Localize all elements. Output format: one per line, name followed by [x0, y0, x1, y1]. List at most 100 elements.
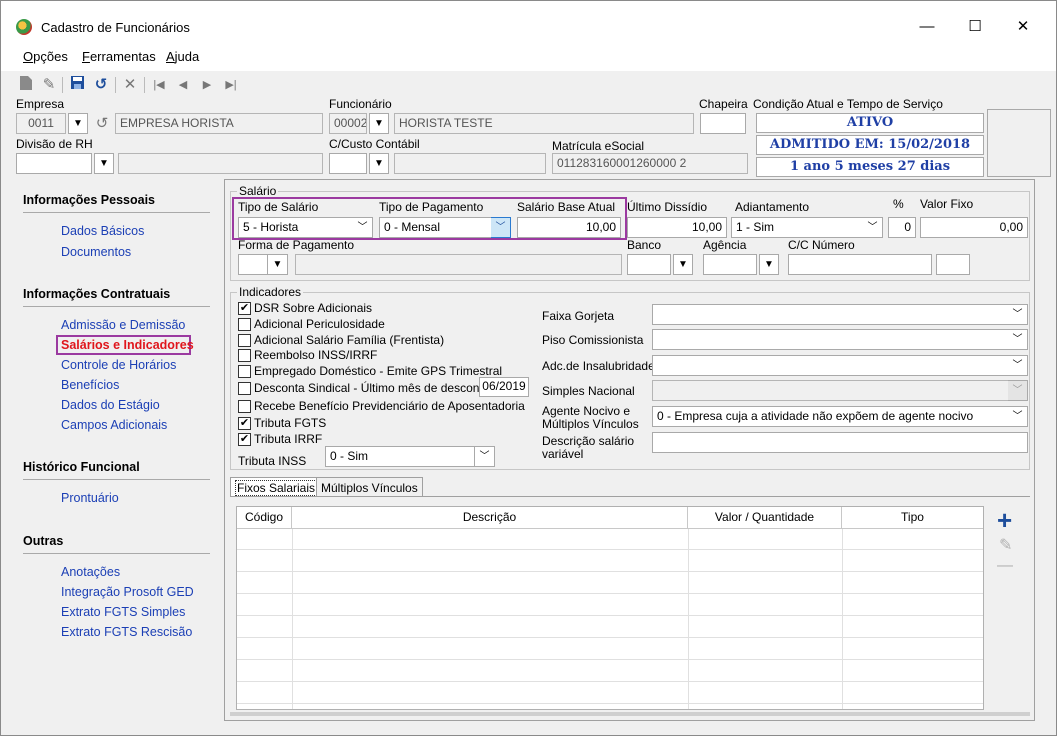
prev-record-icon[interactable]: ◀ [173, 75, 193, 95]
link-documentos[interactable]: Documentos [61, 245, 131, 259]
divisao-label: Divisão de RH [16, 137, 93, 151]
table-row[interactable] [237, 617, 983, 638]
column-header-valor-quantidade[interactable]: Valor / Quantidade [688, 507, 842, 529]
link-prontuario[interactable]: Prontuário [61, 491, 119, 505]
table-row[interactable] [237, 639, 983, 660]
edit-row-button[interactable]: ✎ [999, 535, 1012, 555]
maximize-button[interactable]: ☐ [955, 13, 995, 41]
toolbar-separator [115, 77, 116, 93]
link-extrato-fgts-rescisao[interactable]: Extrato FGTS Rescisão [61, 625, 192, 639]
link-anotacoes[interactable]: Anotações [61, 565, 120, 579]
remove-row-button[interactable]: — [997, 557, 1013, 575]
desconta-sindical-mes-field[interactable]: 06/2019 [479, 377, 529, 397]
empresa-dropdown-button[interactable]: ▼ [68, 113, 88, 134]
floppy-icon[interactable] [67, 75, 87, 95]
close-button[interactable]: ✕ [1003, 13, 1043, 41]
empresa-label: Empresa [16, 97, 65, 111]
table-row[interactable] [237, 661, 983, 682]
link-dados-basicos[interactable]: Dados Básicos [61, 224, 144, 238]
percent-field[interactable]: 0 [888, 217, 916, 238]
condicao-label: Condição Atual e Tempo de Serviço [753, 97, 943, 111]
faixa-gorjeta-select[interactable] [652, 304, 1009, 325]
table-row[interactable] [237, 551, 983, 572]
forma-pagamento-field[interactable] [238, 254, 268, 275]
column-header-tipo[interactable]: Tipo [842, 507, 983, 529]
banco-dropdown-button[interactable]: ▼ [673, 254, 693, 275]
ccusto-dropdown-button[interactable]: ▼ [369, 153, 389, 174]
piso-comissionista-dropdown-button[interactable]: ﹀ [1008, 329, 1028, 350]
table-row[interactable] [237, 683, 983, 704]
link-beneficios[interactable]: Benefícios [61, 378, 119, 392]
adc-insalubridade-label: Adc.de Insalubridade [542, 359, 655, 373]
divisao-field[interactable] [16, 153, 92, 174]
link-salarios-indicadores[interactable]: Salários e Indicadores [61, 338, 194, 352]
table-row[interactable] [237, 573, 983, 594]
menu-ajuda[interactable]: Ajuda [166, 49, 199, 64]
faixa-gorjeta-dropdown-button[interactable]: ﹀ [1008, 304, 1028, 325]
last-record-icon[interactable]: ▶| [221, 75, 241, 95]
valor-fixo-field[interactable]: 0,00 [920, 217, 1028, 238]
adiantamento-dropdown-button[interactable]: ﹀ [863, 217, 883, 238]
agente-nocivo-select[interactable]: 0 - Empresa cuja a atividade não expõem … [652, 406, 1009, 427]
cc-digito-field[interactable] [936, 254, 970, 275]
link-admissao-demissao[interactable]: Admissão e Demissão [61, 318, 185, 332]
link-integracao-ged[interactable]: Integração Prosoft GED [61, 585, 194, 599]
menu-opcoes[interactable]: Opções [23, 49, 68, 64]
delete-x-icon[interactable]: ✕ [120, 75, 140, 95]
funcionario-code-field[interactable]: 00002 [329, 113, 367, 134]
table-row[interactable] [237, 529, 983, 550]
pencil-icon[interactable]: ✎ [39, 75, 59, 95]
chapeira-field[interactable] [700, 113, 746, 134]
empresa-code-field[interactable]: 0011 [16, 113, 66, 134]
horizontal-scrollbar[interactable] [230, 712, 1030, 716]
adiantamento-select[interactable]: 1 - Sim [731, 217, 864, 238]
agencia-field[interactable] [703, 254, 757, 275]
tributa-inss-dropdown-button[interactable]: ﹀ [475, 446, 495, 467]
forma-pagamento-name-field [295, 254, 622, 275]
add-row-button[interactable]: + [997, 507, 1012, 533]
section-outras: Outras [23, 534, 64, 548]
ccusto-name-field [394, 153, 546, 174]
toolbar-separator [144, 77, 145, 93]
forma-pagamento-dropdown-button[interactable]: ▼ [268, 254, 288, 275]
agente-nocivo-dropdown-button[interactable]: ﹀ [1008, 406, 1028, 427]
agencia-dropdown-button[interactable]: ▼ [759, 254, 779, 275]
section-divider [23, 306, 210, 307]
link-controle-horarios[interactable]: Controle de Horários [61, 358, 176, 372]
link-extrato-fgts-simples[interactable]: Extrato FGTS Simples [61, 605, 185, 619]
divisao-dropdown-button[interactable]: ▼ [94, 153, 114, 174]
next-record-icon[interactable]: ▶ [197, 75, 217, 95]
link-dados-estagio[interactable]: Dados do Estágio [61, 398, 160, 412]
first-record-icon[interactable]: |◀ [149, 75, 169, 95]
column-header-descricao[interactable]: Descrição [292, 507, 688, 529]
adc-insalubridade-dropdown-button[interactable]: ﹀ [1008, 355, 1028, 376]
funcionario-dropdown-button[interactable]: ▼ [369, 113, 389, 134]
ccusto-field[interactable] [329, 153, 367, 174]
ccusto-label: C/Custo Contábil [329, 137, 420, 151]
menu-ferramentas[interactable]: Ferramentas [82, 49, 156, 64]
tab-multiplos-vinculos[interactable]: Múltiplos Vínculos [316, 477, 423, 497]
descricao-salario-field[interactable] [652, 432, 1028, 453]
cc-numero-field[interactable] [788, 254, 932, 275]
undo-icon[interactable]: ↺ [92, 114, 112, 134]
funcionario-label: Funcionário [329, 97, 392, 111]
banco-field[interactable] [627, 254, 671, 275]
new-document-icon[interactable] [16, 75, 36, 95]
admission-date-badge: ADMITIDO EM: 15/02/2018 [756, 135, 984, 155]
undo-icon[interactable]: ↺ [91, 75, 111, 95]
piso-comissionista-select[interactable] [652, 329, 1009, 350]
tributa-inss-select[interactable]: 0 - Sim [325, 446, 475, 467]
status-badge: ATIVO [756, 113, 984, 133]
matricula-label: Matrícula eSocial [552, 139, 645, 153]
adc-insalubridade-select[interactable] [652, 355, 1009, 376]
ultimo-dissidio-field[interactable]: 10,00 [627, 217, 727, 238]
column-header-codigo[interactable]: Código [237, 507, 292, 529]
link-campos-adicionais[interactable]: Campos Adicionais [61, 418, 167, 432]
minimize-button[interactable]: — [907, 13, 947, 41]
chapeira-label: Chapeira [699, 97, 748, 111]
banco-label: Banco [627, 238, 662, 252]
table-row[interactable] [237, 595, 983, 616]
employee-photo[interactable] [987, 109, 1051, 177]
tab-fixos-salariais[interactable]: Fixos Salariais [230, 477, 323, 497]
section-divider [23, 479, 210, 480]
